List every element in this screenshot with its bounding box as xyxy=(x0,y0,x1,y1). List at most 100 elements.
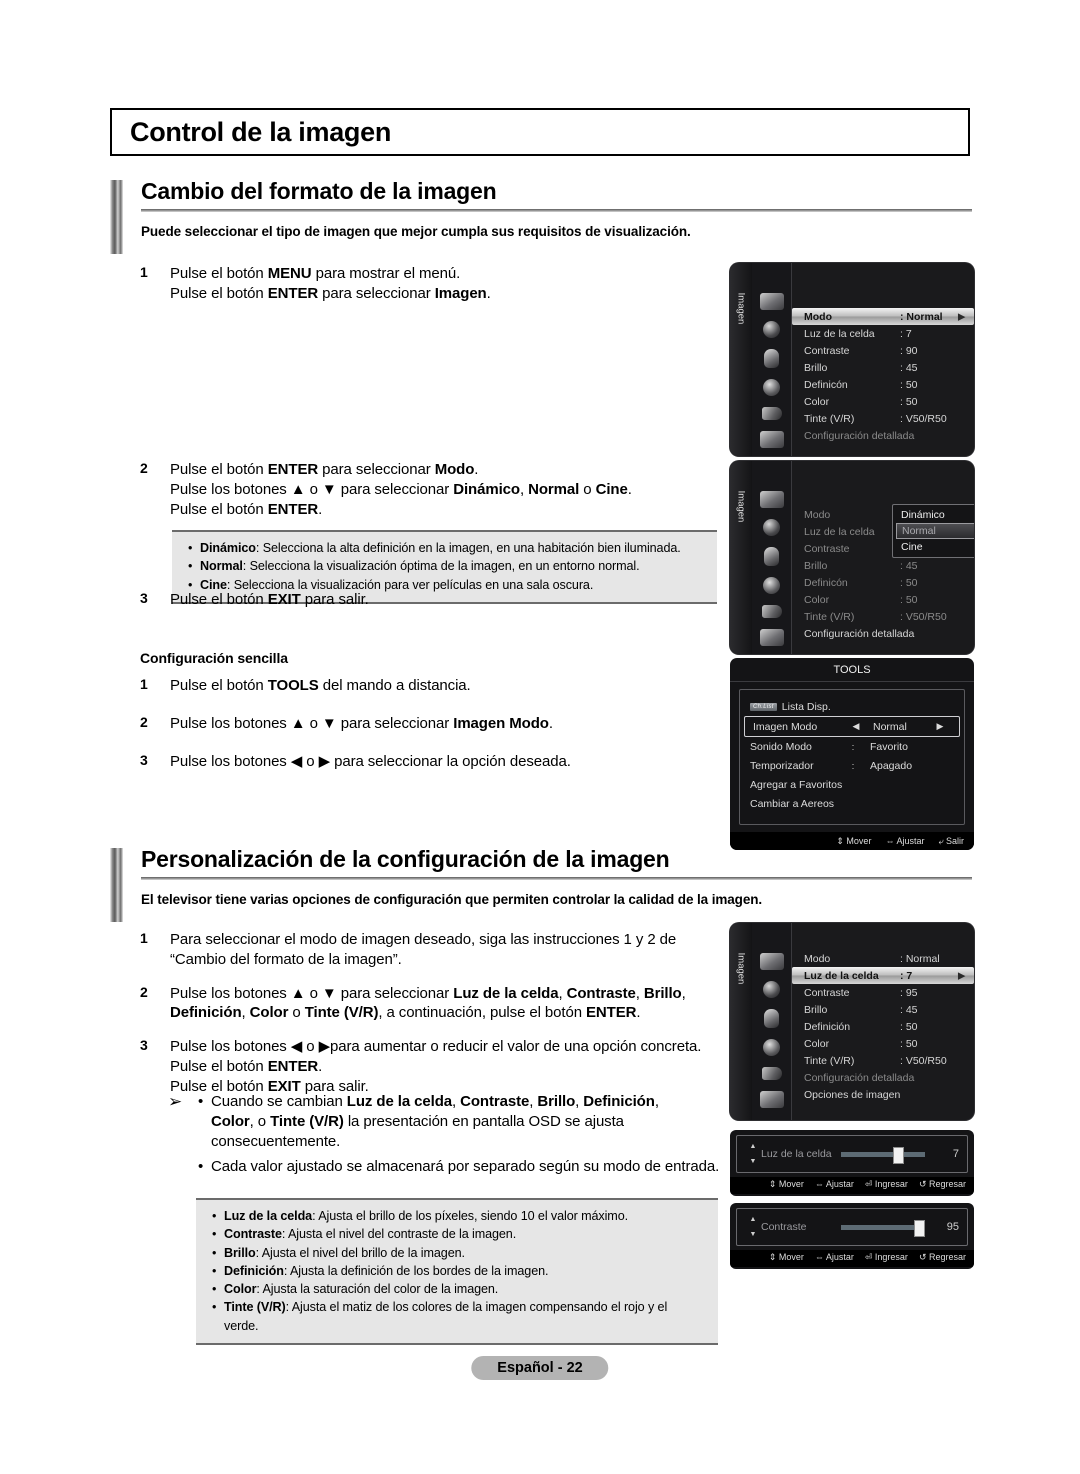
dropdown-option-dinamico[interactable]: Dinámico xyxy=(893,507,974,523)
sound-icon[interactable] xyxy=(763,321,780,338)
picture-icon[interactable] xyxy=(759,491,784,508)
mode-dropdown-popup[interactable]: Dinámico Normal Cine xyxy=(892,504,974,558)
param-contraste: Contraste xyxy=(460,1093,530,1110)
channel-hand-icon[interactable] xyxy=(764,1009,779,1028)
setup-gear-icon[interactable] xyxy=(763,379,780,396)
osd-row-tinte[interactable]: Tinte (V/R): V50/R50 xyxy=(792,1052,974,1069)
osd-row-contraste[interactable]: Contraste: 95 xyxy=(792,984,974,1001)
step-text: Para seleccionar el modo de imagen desea… xyxy=(170,930,676,970)
osd-row-value: : 50 xyxy=(900,593,918,606)
setup-gear-icon[interactable] xyxy=(763,577,780,594)
osd-row-config-detallada[interactable]: Configuración detallada xyxy=(792,427,974,444)
tools-row-value: Favorito xyxy=(870,740,908,753)
input-plug-icon[interactable] xyxy=(761,605,782,618)
param-brillo: Brillo xyxy=(643,984,682,1002)
osd-row-definicion[interactable]: Definicón: 50 xyxy=(792,574,974,591)
slider-contraste[interactable]: ▲ ▼ Contraste 95 ⇕ Mover ⇔ Ajustar ⏎ Ing… xyxy=(730,1203,974,1269)
tools-title: TOOLS xyxy=(730,658,974,682)
modes-note-list: Dinámico: Selecciona la alta definición … xyxy=(186,539,703,594)
osd-menu-modo-dropdown[interactable]: Imagen Modo: Luz de la celda: Contraste:… xyxy=(730,461,974,654)
opt-cine: Cine xyxy=(595,480,628,498)
sound-icon[interactable] xyxy=(763,981,780,998)
step-text-f: . xyxy=(486,284,491,302)
note-term: Normal xyxy=(200,559,243,574)
osd-row-label: Luz de la celda xyxy=(804,969,879,982)
osd-row-modo[interactable]: Modo: Normal xyxy=(792,950,974,967)
slider-luz-de-la-celda[interactable]: ▲ ▼ Luz de la celda 7 ⇕ Mover ⇔ Ajustar … xyxy=(730,1130,974,1196)
osd-row-definicion[interactable]: Definición: 50 xyxy=(792,1018,974,1035)
sound-icon[interactable] xyxy=(763,519,780,536)
tools-row-cambiar-aereos[interactable]: Cambiar a Aereos xyxy=(742,794,962,813)
note-item-cont: verde. xyxy=(224,1318,259,1333)
updown-arrows-icon[interactable]: ▲ ▼ xyxy=(745,1143,761,1165)
note-desc: : Ajusta el matiz de los colores de la i… xyxy=(285,1300,668,1315)
updown-arrows-icon[interactable]: ▲ ▼ xyxy=(745,1216,761,1238)
dropdown-option-normal[interactable]: Normal xyxy=(896,523,974,539)
osd-menu-luz-celda[interactable]: Imagen Modo: Normal Luz de la celda: 7 ▶ … xyxy=(730,923,974,1120)
osd-side-tab[interactable]: Imagen xyxy=(730,461,753,654)
slider-track[interactable] xyxy=(841,1219,926,1237)
tools-row-temporizador[interactable]: Temporizador: Apagado xyxy=(742,756,962,775)
input-plug-icon[interactable] xyxy=(761,1067,782,1080)
picture-icon[interactable] xyxy=(759,953,784,970)
tools-row-imagen-modo[interactable]: Imagen Modo ◀ Normal ▶ xyxy=(744,716,960,737)
osd-row-color[interactable]: Color: 50 xyxy=(792,1035,974,1052)
osd-row-tinte[interactable]: Tinte (V/R): V50/R50 xyxy=(792,410,974,427)
osd-row-definicion[interactable]: Definicón: 50 xyxy=(792,376,974,393)
params-note-list: Luz de la celda: Ajusta el brillo de los… xyxy=(210,1207,704,1335)
step-item: 1 Pulse el botón TOOLS del mando a dista… xyxy=(140,676,740,696)
input-plug-icon[interactable] xyxy=(761,407,782,420)
slider-knob[interactable] xyxy=(893,1146,905,1164)
param-contraste: Contraste xyxy=(566,984,636,1002)
osd-menu-imagen-modo[interactable]: Imagen Modo: Normal ▶ Luz de la celda: 7 … xyxy=(730,263,974,456)
slider-area[interactable]: ▲ ▼ Luz de la celda 7 xyxy=(736,1135,968,1173)
osd-row-tinte[interactable]: Tinte (V/R): V50/R50 xyxy=(792,608,974,625)
osd-row-brillo[interactable]: Brillo: 45 xyxy=(792,557,974,574)
page-footer-badge: Español - 22 xyxy=(471,1356,609,1380)
tools-panel[interactable]: TOOLS Ch.List Lista Disp. Imagen Modo ◀ Nor… xyxy=(730,658,974,850)
setup-gear-icon[interactable] xyxy=(763,1039,780,1056)
slider-label: Contraste xyxy=(761,1221,807,1233)
slider-area[interactable]: ▲ ▼ Contraste 95 xyxy=(736,1208,968,1246)
osd-row-luz[interactable]: Luz de la celda: 7 ▶ xyxy=(792,967,974,984)
chevron-left-icon[interactable]: ◀ xyxy=(839,721,873,732)
step-text: Pulse los botones ▲ o ▼ para seleccionar… xyxy=(170,984,686,1024)
channel-hand-icon[interactable] xyxy=(764,547,779,566)
slider-knob[interactable] xyxy=(914,1219,926,1237)
slider-track[interactable] xyxy=(841,1146,925,1164)
tools-row-lista-disp[interactable]: Ch.List Lista Disp. xyxy=(742,697,962,716)
osd-side-tab-label: Imagen xyxy=(735,952,747,985)
osd-row-opciones-imagen[interactable]: Opciones de imagen xyxy=(792,1086,974,1103)
osd-row-config-detallada[interactable]: Configuración detallada xyxy=(792,1069,974,1086)
dropdown-option-cine[interactable]: Cine xyxy=(893,539,974,555)
osd-row-label: Modo xyxy=(804,508,831,521)
support-icon[interactable] xyxy=(759,629,784,646)
footer-ingresar: ⏎ Ingresar xyxy=(864,1252,908,1262)
osd-row-modo[interactable]: Modo: Normal ▶ xyxy=(792,308,974,325)
support-icon[interactable] xyxy=(759,1091,784,1108)
step-text: Pulse el botón TOOLS del mando a distanc… xyxy=(170,676,471,696)
channel-hand-icon[interactable] xyxy=(764,349,779,368)
osd-side-tab[interactable]: Imagen xyxy=(730,923,753,1120)
params-note-box: Luz de la celda: Ajusta el brillo de los… xyxy=(196,1198,718,1345)
section-2-rule xyxy=(141,877,972,880)
osd-side-tab[interactable]: Imagen xyxy=(730,263,753,456)
osd-row-contraste[interactable]: Contraste: 90 xyxy=(792,342,974,359)
osd-row-config-detallada[interactable]: Configuración detallada xyxy=(792,625,974,642)
footer-mover: ⇕ Mover xyxy=(768,1252,804,1262)
param-tinte: Tinte (V/R) xyxy=(270,1112,344,1130)
osd-row-color[interactable]: Color: 50 xyxy=(792,591,974,608)
support-icon[interactable] xyxy=(759,431,784,448)
osd-row-luz[interactable]: Luz de la celda: 7 xyxy=(792,325,974,342)
picture-icon[interactable] xyxy=(759,293,784,310)
section-1-rule xyxy=(141,209,972,212)
osd-row-label: Tinte (V/R) xyxy=(804,1054,855,1067)
osd-row-brillo[interactable]: Brillo: 45 xyxy=(792,359,974,376)
chevron-right-icon[interactable]: ▶ xyxy=(929,721,951,732)
osd-row-value: : 50 xyxy=(900,395,918,408)
tools-row-sonido-modo[interactable]: Sonido Modo: Favorito xyxy=(742,737,962,756)
osd-row-brillo[interactable]: Brillo: 45 xyxy=(792,1001,974,1018)
osd-row-color[interactable]: Color: 50 xyxy=(792,393,974,410)
tools-row-agregar-favoritos[interactable]: Agregar a Favoritos xyxy=(742,775,962,794)
param-definicion: Definición xyxy=(583,1093,655,1110)
